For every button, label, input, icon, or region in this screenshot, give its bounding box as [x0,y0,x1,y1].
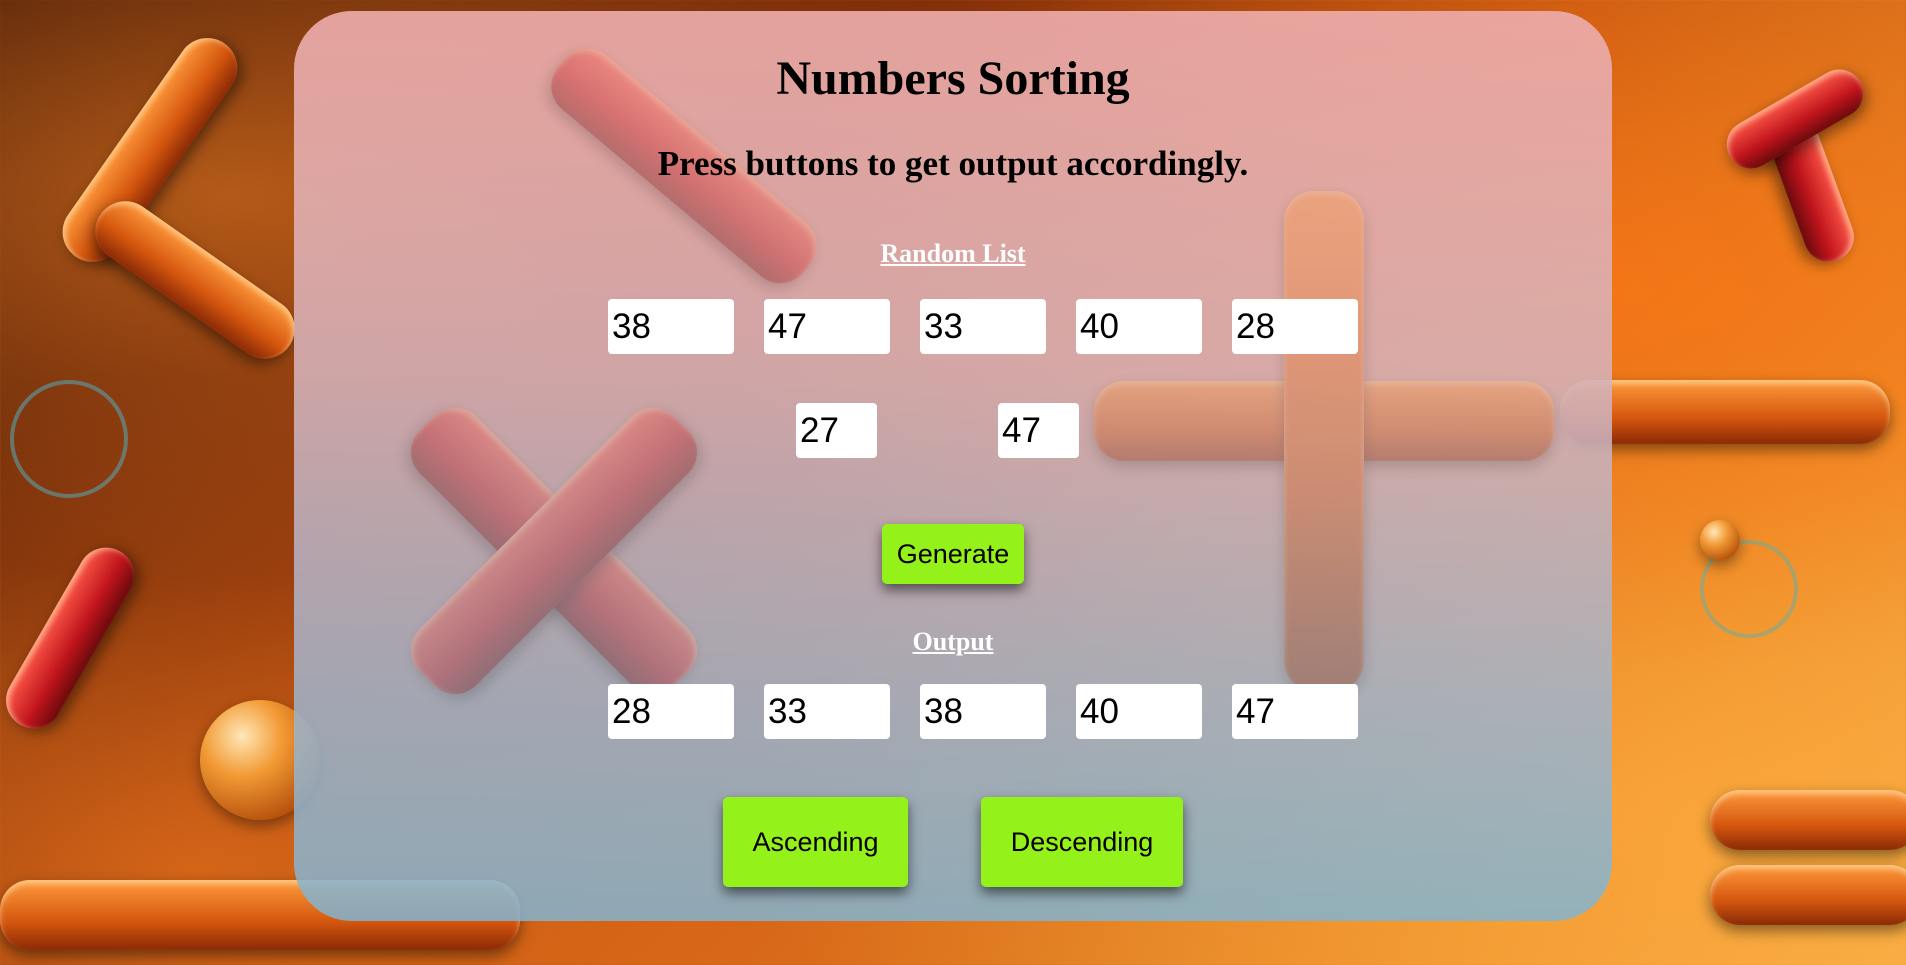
output-number-field: 33 [764,684,890,739]
output-number-field: 40 [1076,684,1202,739]
main-panel: Numbers Sorting Press buttons to get out… [294,11,1612,921]
extra-number-field[interactable]: 47 [998,403,1079,458]
descending-button[interactable]: Descending [981,797,1183,887]
page-title: Numbers Sorting [776,52,1130,105]
ascending-button[interactable]: Ascending [723,797,908,887]
page-subtitle: Press buttons to get output accordingly. [657,144,1249,183]
output-number-field: 47 [1232,684,1358,739]
random-number-field[interactable]: 38 [608,299,734,354]
random-number-field[interactable]: 33 [920,299,1046,354]
random-number-field[interactable]: 47 [764,299,890,354]
generate-button[interactable]: Generate [882,524,1024,584]
output-label: Output [912,627,994,656]
random-number-field[interactable]: 28 [1232,299,1358,354]
extra-number-field[interactable]: 27 [796,403,877,458]
output-number-field: 38 [920,684,1046,739]
output-number-field: 28 [608,684,734,739]
random-list-label: Random List [880,239,1026,268]
random-number-field[interactable]: 40 [1076,299,1202,354]
